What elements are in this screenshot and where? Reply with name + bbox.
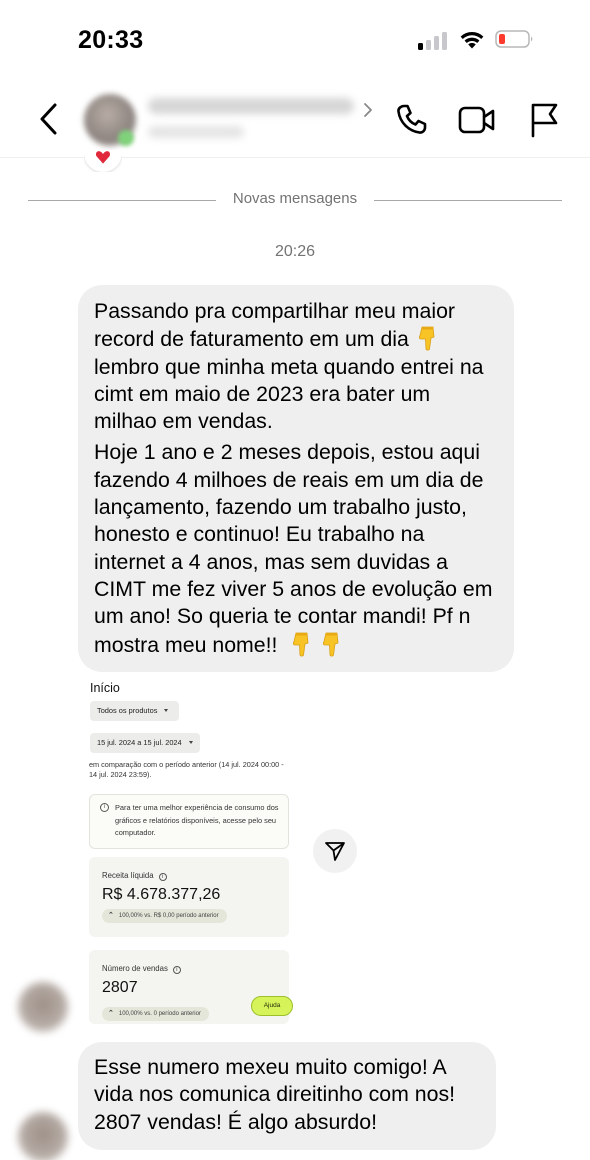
contact-name-blurred[interactable] (148, 98, 354, 114)
chevron-right-icon[interactable] (362, 100, 374, 120)
reaction-heart-icon (84, 150, 122, 172)
message-timestamp: 20:26 (274, 243, 316, 260)
wifi-icon (460, 31, 484, 49)
info-icon: i (158, 873, 167, 881)
sales-label: Número de vendas i (102, 964, 181, 974)
sender-avatar[interactable] (18, 1112, 68, 1160)
revenue-value: R$ 4.678.377,26 (102, 886, 221, 903)
info-icon: i (100, 803, 109, 812)
flag-icon[interactable] (528, 102, 560, 138)
contact-subtitle-blurred (148, 126, 244, 138)
chevron-left-icon[interactable] (36, 100, 62, 138)
pointing-down-emoji-icon (323, 632, 339, 657)
message-bubble[interactable]: Passando pra compartilhar meu maior reco… (78, 285, 514, 672)
video-camera-icon[interactable] (458, 104, 496, 136)
date-filter-dropdown: 15 jul. 2024 a 15 jul. 2024 (90, 733, 200, 753)
revenue-change-badge: ⌃ 100,00% vs. R$ 0,00 período anterior (102, 909, 227, 923)
double-chevron-up-icon: ⌃ (108, 1010, 114, 1017)
info-text: Para ter uma melhor experiência de consu… (115, 803, 279, 837)
revenue-card: Receita líquida i R$ 4.678.377,26 ⌃ 100,00… (89, 857, 289, 937)
double-chevron-up-icon: ⌃ (108, 912, 114, 919)
status-time: 20:33 (78, 26, 144, 54)
caret-down-icon (164, 709, 169, 712)
sales-value: 2807 (102, 979, 138, 996)
info-icon: i (172, 966, 181, 974)
caret-down-icon (188, 741, 193, 744)
message-text: Esse numero mexeu muito comigo! A vida n… (94, 1055, 456, 1134)
message-text: lembro que minha meta quando entrei na c… (94, 354, 484, 434)
status-bar: 20:33 (0, 0, 590, 80)
dashboard-title: Início (90, 681, 120, 695)
revenue-label: Receita líquida i (102, 871, 167, 881)
cellular-signal-icon (418, 30, 448, 50)
sales-change-badge: ⌃ 100,00% vs. 0 período anterior (102, 1007, 209, 1021)
online-indicator (118, 130, 134, 146)
message-text: Passando pra compartilhar meu maior reco… (94, 299, 456, 352)
message-paragraph: Hoje 1 ano e 2 meses depois, estou aqui … (94, 439, 498, 658)
shared-image[interactable]: Início Todos os produtos 15 jul. 2024 a … (88, 676, 294, 1024)
info-card: i Para ter uma melhor experiência de con… (89, 794, 289, 849)
message-bubble[interactable]: Esse numero mexeu muito comigo! A vida n… (78, 1042, 496, 1150)
new-messages-label: Novas mensagens (232, 190, 358, 207)
share-button[interactable] (313, 829, 357, 873)
product-filter-dropdown: Todos os produtos (90, 701, 179, 721)
message-paragraph: Passando pra compartilhar meu maior reco… (94, 298, 498, 435)
phone-icon[interactable] (393, 102, 429, 138)
pointing-down-emoji-icon (293, 632, 309, 657)
help-button: Ajuda (251, 996, 293, 1016)
comparison-text: em comparação com o período anterior (14… (89, 760, 284, 779)
battery-icon (495, 30, 533, 48)
sender-avatar[interactable] (18, 982, 68, 1032)
pointing-down-emoji-icon (418, 326, 435, 351)
new-messages-divider: Novas mensagens (28, 188, 562, 212)
send-icon (325, 842, 345, 861)
chat-header (0, 80, 590, 158)
message-text: Hoje 1 ano e 2 meses depois, estou aqui … (94, 440, 493, 657)
